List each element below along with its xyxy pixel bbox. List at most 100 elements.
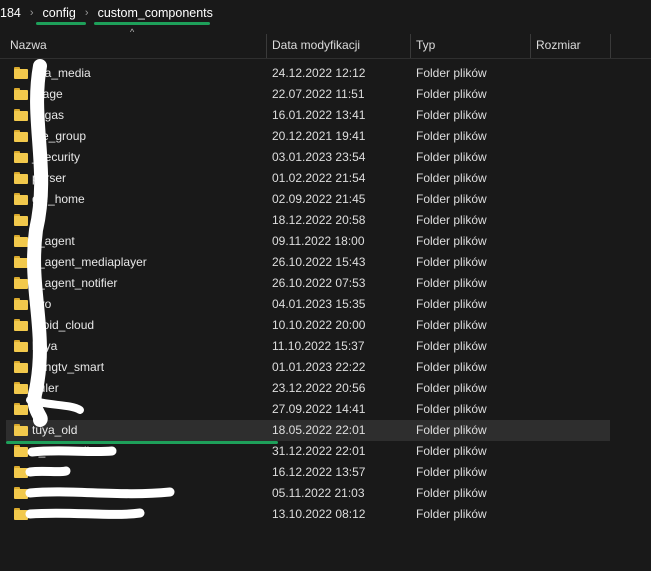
file-modified: 01.01.2023 22:22 xyxy=(272,360,366,374)
file-type: Folder plików xyxy=(416,108,487,122)
folder-icon xyxy=(14,151,28,163)
file-modified: 13.10.2022 08:12 xyxy=(272,507,366,521)
file-type: Folder plików xyxy=(416,381,487,395)
file-row[interactable]: exa_media 24.12.2022 12:12 Folder plików xyxy=(0,63,651,84)
file-row[interactable]: 27.09.2022 14:41 Folder plików xyxy=(0,399,651,420)
file-name: chgas xyxy=(32,108,65,122)
file-name: gle_home xyxy=(32,192,85,206)
file-row[interactable]: tuya_old 18.05.2022 22:01 Folder plików xyxy=(6,420,610,441)
file-type: Folder plików xyxy=(416,507,487,521)
file-row[interactable]: 16.12.2022 13:57 Folder plików xyxy=(0,462,651,483)
folder-icon xyxy=(14,403,28,415)
file-type: Folder plików xyxy=(416,444,487,458)
file-modified: 02.09.2022 21:45 xyxy=(272,192,366,206)
file-modified: 20.12.2021 19:41 xyxy=(272,129,366,143)
folder-icon xyxy=(14,277,28,289)
file-type: Folder plików xyxy=(416,360,487,374)
folder-icon xyxy=(14,424,28,436)
file-modified: 11.10.2022 15:37 xyxy=(272,339,365,353)
file-name: s_agent_mediaplayer xyxy=(32,255,147,269)
column-divider[interactable] xyxy=(610,34,611,58)
breadcrumb-item-custom-components[interactable]: custom_components xyxy=(95,6,216,20)
file-row[interactable]: sungtv_smart 01.01.2023 22:22 Folder plikó… xyxy=(0,357,651,378)
file-row[interactable]: parser 01.02.2022 21:54 Folder plików xyxy=(0,168,651,189)
file-name: s_agent_notifier xyxy=(32,276,118,290)
file-row[interactable]: gle_home 02.09.2022 21:45 Folder plików xyxy=(0,189,651,210)
file-name: ate_group xyxy=(32,129,87,143)
file-modified: 26.10.2022 15:43 xyxy=(272,255,366,269)
file-modified: 16.01.2022 13:41 xyxy=(272,108,366,122)
file-name: ltuya xyxy=(32,339,58,353)
file-name: droid_cloud xyxy=(32,318,95,332)
file-type: Folder plików xyxy=(416,192,487,206)
folder-icon xyxy=(14,235,28,247)
file-row[interactable]: s_agent_mediaplayer 26.10.2022 15:43 Folde… xyxy=(0,252,651,273)
file-modified: 22.07.2022 11:51 xyxy=(272,87,365,101)
file-modified: 23.12.2022 20:56 xyxy=(272,381,366,395)
file-name: s xyxy=(32,213,38,227)
folder-icon xyxy=(14,319,28,331)
breadcrumb-separator[interactable]: › xyxy=(79,7,95,19)
folder-icon xyxy=(14,214,28,226)
file-row[interactable]: 13.10.2022 08:12 Folder plików xyxy=(0,504,651,525)
folder-icon xyxy=(14,298,28,310)
file-row[interactable]: s_agent_notifier 26.10.2022 07:53 Folder p… xyxy=(0,273,651,294)
file-row[interactable]: s 18.12.2022 20:58 Folder plików xyxy=(0,210,651,231)
folder-icon xyxy=(14,130,28,142)
file-type: Folder plików xyxy=(416,213,487,227)
file-modified: 10.10.2022 20:00 xyxy=(272,318,366,332)
file-type: Folder plików xyxy=(416,423,487,437)
file-row[interactable]: ate_group 20.12.2021 19:41 Folder plików xyxy=(0,126,651,147)
file-row[interactable]: chgas 16.01.2022 13:41 Folder plików xyxy=(0,105,651,126)
column-header: Nazwa Data modyfikacji Typ Rozmiar xyxy=(0,32,651,59)
file-row[interactable]: droid_cloud 10.10.2022 20:00 Folder plików xyxy=(0,315,651,336)
file-name: erage xyxy=(32,87,63,101)
column-header-size[interactable]: Rozmiar xyxy=(530,32,610,58)
folder-icon xyxy=(14,172,28,184)
file-modified: 27.09.2022 14:41 xyxy=(272,402,366,416)
breadcrumb-separator[interactable]: › xyxy=(24,7,40,19)
file-name: r xyxy=(32,486,36,500)
file-modified: 05.11.2022 21:03 xyxy=(272,486,365,500)
breadcrumb-item-config[interactable]: config xyxy=(40,6,79,20)
file-row[interactable]: erage 22.07.2022 11:51 Folder plików xyxy=(0,84,651,105)
file-row[interactable]: ltuya 11.10.2022 15:37 Folder plików xyxy=(0,336,651,357)
file-name: exa_media xyxy=(32,66,91,80)
file-row[interactable]: e_minimalist 31.12.2022 22:01 Folder plikó… xyxy=(0,441,651,462)
file-type: Folder plików xyxy=(416,402,487,416)
file-row[interactable]: duler 23.12.2022 20:56 Folder plików xyxy=(0,378,651,399)
file-modified: 01.02.2022 21:54 xyxy=(272,171,366,185)
file-row[interactable]: r 05.11.2022 21:03 Folder plików xyxy=(0,483,651,504)
file-type: Folder plików xyxy=(416,66,487,80)
column-header-name[interactable]: Nazwa xyxy=(4,32,266,58)
file-type: Folder plików xyxy=(416,339,487,353)
folder-icon xyxy=(14,361,28,373)
file-modified: 31.12.2022 22:01 xyxy=(272,444,366,458)
file-type: Folder plików xyxy=(416,318,487,332)
file-row[interactable]: _security 03.01.2023 23:54 Folder plików xyxy=(0,147,651,168)
file-modified: 18.05.2022 22:01 xyxy=(272,423,366,437)
file-name: sungtv_smart xyxy=(32,360,105,374)
folder-icon xyxy=(14,487,28,499)
breadcrumb-item-184[interactable]: 184 xyxy=(0,6,24,20)
file-modified: 03.01.2023 23:54 xyxy=(272,150,366,164)
file-type: Folder plików xyxy=(416,129,487,143)
annotation-underline-tuya-old xyxy=(6,441,278,444)
file-row[interactable]: uvo 04.01.2023 15:35 Folder plików xyxy=(0,294,651,315)
file-name: duler xyxy=(32,381,59,395)
column-header-type[interactable]: Typ xyxy=(410,32,530,58)
file-modified: 16.12.2022 13:57 xyxy=(272,465,366,479)
file-type: Folder plików xyxy=(416,486,487,500)
file-modified: 09.11.2022 18:00 xyxy=(272,234,365,248)
column-header-modified[interactable]: Data modyfikacji xyxy=(266,32,410,58)
folder-icon xyxy=(14,88,28,100)
file-modified: 18.12.2022 20:58 xyxy=(272,213,366,227)
file-modified: 26.10.2022 07:53 xyxy=(272,276,366,290)
file-modified: 24.12.2022 12:12 xyxy=(272,66,366,80)
annotation-underline-breadcrumb-custom xyxy=(94,22,210,25)
file-name: e_minimalist xyxy=(32,444,99,458)
file-type: Folder plików xyxy=(416,150,487,164)
file-type: Folder plików xyxy=(416,297,487,311)
file-row[interactable]: s_agent 09.11.2022 18:00 Folder plików xyxy=(0,231,651,252)
file-name: _security xyxy=(32,150,81,164)
